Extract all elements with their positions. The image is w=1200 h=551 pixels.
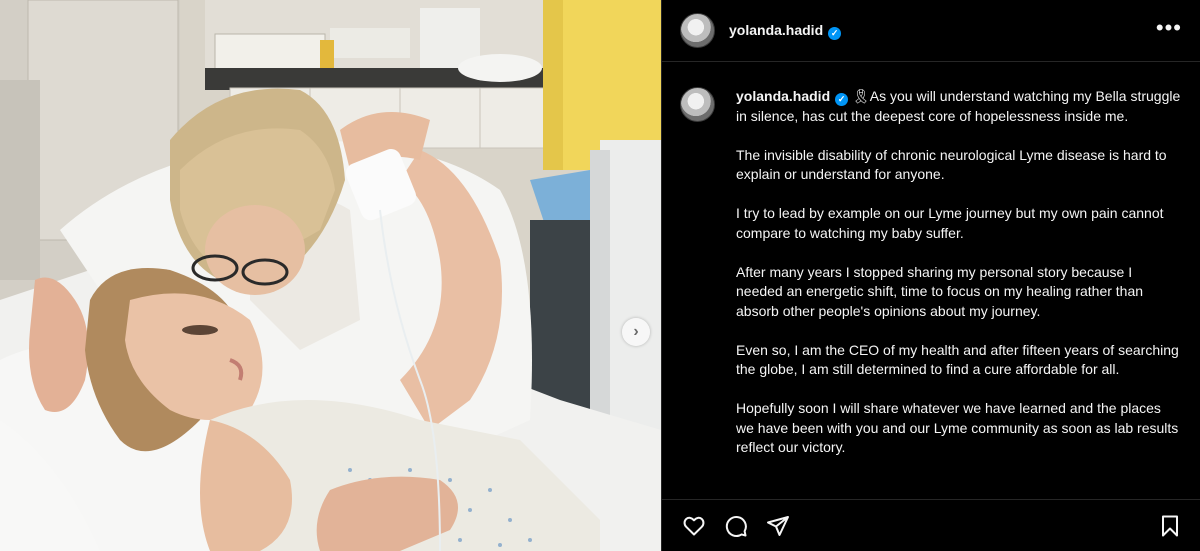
chevron-right-icon: › xyxy=(633,323,639,340)
verified-badge-icon: ✓ xyxy=(828,26,842,40)
post-header: yolanda.hadid ✓ ••• xyxy=(662,0,1200,62)
heart-icon xyxy=(683,516,705,535)
share-button[interactable] xyxy=(764,512,792,540)
post-photo xyxy=(0,0,661,551)
instagram-post-viewer: › yolanda.hadid ✓ ••• yolanda.hadid ✓ 🎗As … xyxy=(0,0,1200,551)
next-photo-button[interactable]: › xyxy=(622,318,650,346)
comment-button[interactable] xyxy=(722,512,750,540)
save-button[interactable] xyxy=(1156,512,1184,540)
author-username-header[interactable]: yolanda.hadid ✓ xyxy=(729,22,842,40)
caption-avatar[interactable] xyxy=(680,87,715,122)
send-icon xyxy=(767,515,789,536)
caption-paragraph: Hopefully soon I will share whatever we … xyxy=(736,400,1179,455)
like-button[interactable] xyxy=(680,512,708,540)
caption-username[interactable]: yolanda.hadid xyxy=(736,88,830,104)
caption-scroll-area[interactable]: yolanda.hadid ✓ 🎗As you will understand w… xyxy=(662,62,1200,499)
bookmark-icon xyxy=(1162,515,1178,536)
post-media[interactable]: › xyxy=(0,0,661,551)
username-text[interactable]: yolanda.hadid xyxy=(729,22,823,38)
caption-lead: yolanda.hadid ✓ 🎗As you will understand w… xyxy=(736,87,1182,126)
caption-paragraph: After many years I stopped sharing my pe… xyxy=(736,263,1144,319)
caption-paragraph: Even so, I am the CEO of my health and a… xyxy=(736,341,1179,378)
avatar[interactable] xyxy=(680,13,715,48)
more-options-button[interactable]: ••• xyxy=(1156,16,1182,45)
caption: yolanda.hadid ✓ 🎗As you will understand w… xyxy=(736,87,1182,499)
action-bar xyxy=(662,499,1200,551)
comment-icon xyxy=(725,515,747,537)
post-sidebar: yolanda.hadid ✓ ••• yolanda.hadid ✓ 🎗As yo… xyxy=(661,0,1200,551)
caption-paragraph: The invisible disability of chronic neur… xyxy=(736,146,1167,183)
caption-paragraph: I try to lead by example on our Lyme jou… xyxy=(736,205,1164,241)
verified-badge-icon: ✓ xyxy=(835,93,849,107)
